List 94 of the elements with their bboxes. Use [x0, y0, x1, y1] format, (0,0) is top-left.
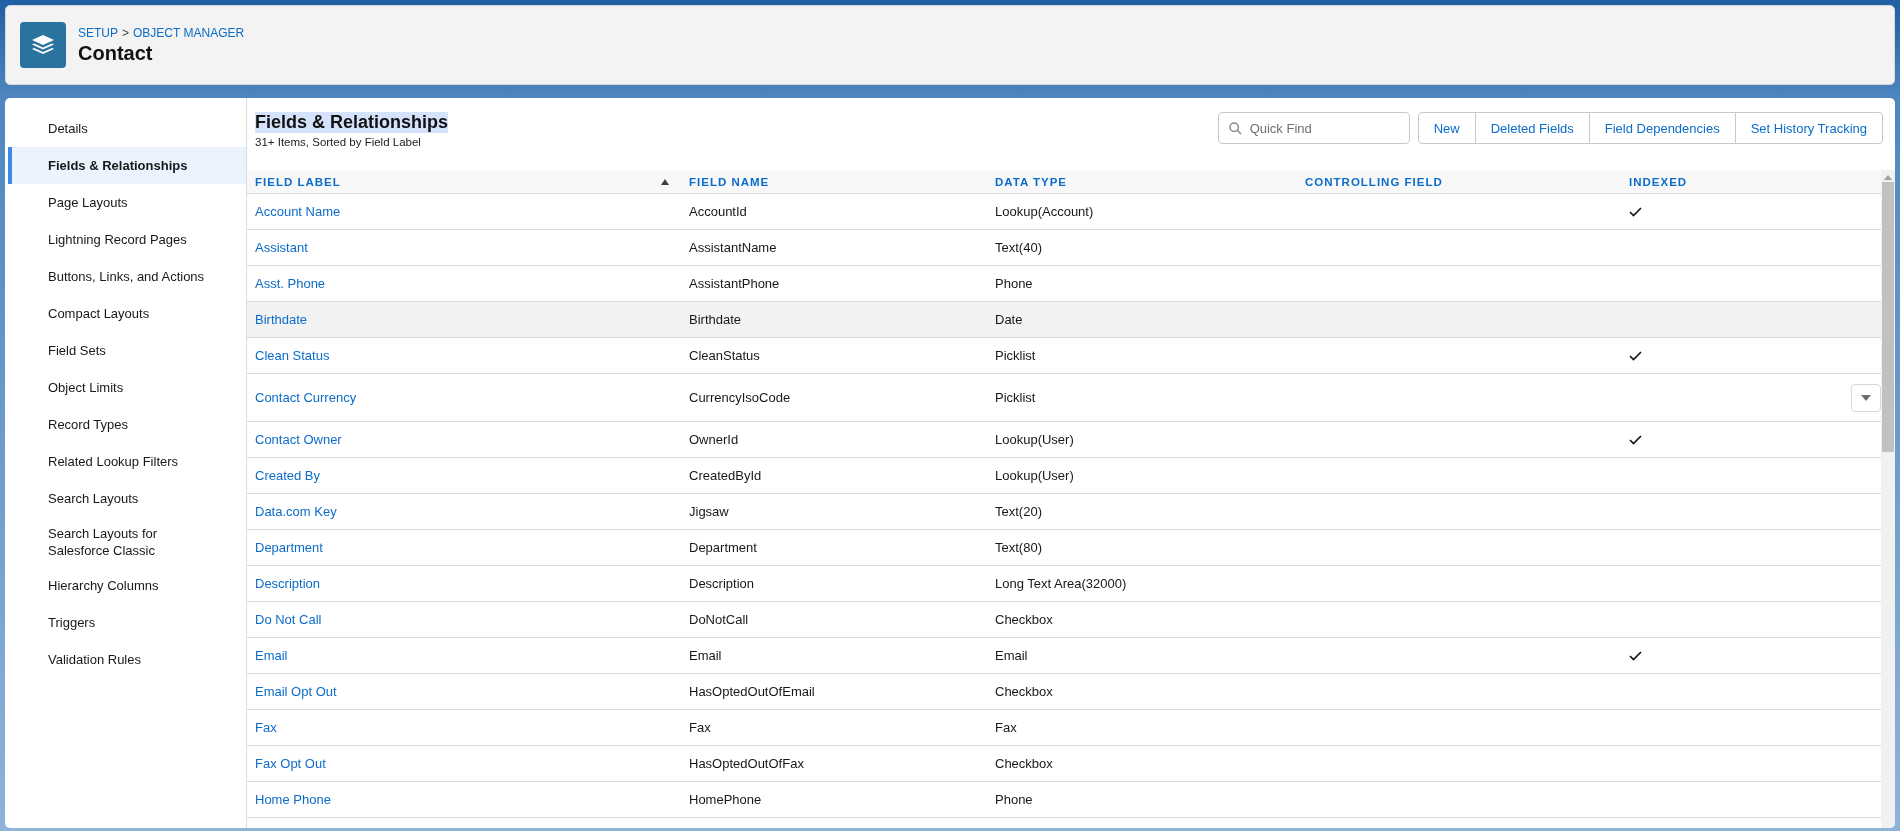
- data-type-cell: Long Text Area(32000): [995, 576, 1127, 591]
- column-header-label: INDEXED: [1629, 175, 1688, 188]
- sidebar-item[interactable]: Page Layouts: [8, 184, 246, 221]
- field-label-link[interactable]: Description: [255, 576, 321, 591]
- field-name-cell: AssistantPhone: [689, 276, 780, 291]
- sidebar-item[interactable]: Related Lookup Filters: [8, 443, 246, 480]
- data-type-cell: Checkbox: [995, 612, 1053, 627]
- scroll-up-icon: [1884, 175, 1892, 180]
- column-header[interactable]: INDEXED: [1621, 170, 1881, 193]
- field-label-link[interactable]: Contact Owner: [255, 432, 342, 447]
- sidebar-item[interactable]: Search Layouts for Salesforce Classic: [8, 517, 246, 567]
- column-header[interactable]: FIELD NAME: [681, 170, 987, 193]
- field-label-link[interactable]: Clean Status: [255, 348, 330, 363]
- column-header-label: FIELD NAME: [689, 175, 770, 188]
- field-label-link[interactable]: Assistant: [255, 240, 308, 255]
- scrollbar-thumb[interactable]: [1882, 182, 1894, 452]
- field-name-cell: Department: [689, 540, 757, 555]
- field-label-link[interactable]: Birthdate: [255, 312, 308, 327]
- field-name-cell: HasOptedOutOfEmail: [689, 684, 815, 699]
- data-type-cell: Checkbox: [995, 756, 1053, 771]
- data-type-cell: Phone: [995, 792, 1033, 807]
- caret-down-icon: [1861, 394, 1871, 401]
- sidebar-item[interactable]: Record Types: [8, 406, 246, 443]
- sidebar-item[interactable]: Compact Layouts: [8, 295, 246, 332]
- data-type-cell: Email: [995, 648, 1028, 663]
- column-header-label: FIELD LABEL: [255, 175, 341, 188]
- sidebar-item[interactable]: Details: [8, 110, 246, 147]
- field-name-cell: Jigsaw: [689, 504, 729, 519]
- column-header-label: DATA TYPE: [995, 175, 1068, 188]
- field-label-link[interactable]: Email Opt Out: [255, 684, 337, 699]
- field-name-cell: AssistantName: [689, 240, 777, 255]
- field-name-cell: Birthdate: [689, 312, 742, 327]
- data-type-cell: Lookup(Account): [995, 204, 1094, 219]
- field-name-cell: Fax: [689, 720, 711, 735]
- sidebar-item[interactable]: Validation Rules: [8, 641, 246, 678]
- toolbar-button[interactable]: New: [1417, 112, 1476, 144]
- breadcrumb-link[interactable]: OBJECT MANAGER: [133, 25, 245, 40]
- field-label-link[interactable]: Email: [255, 648, 288, 663]
- scrollbar[interactable]: [1881, 170, 1895, 828]
- data-type-cell: Picklist: [995, 390, 1036, 405]
- column-header[interactable]: CONTROLLING FIELD: [1297, 170, 1621, 193]
- data-type-cell: Text(80): [995, 540, 1042, 555]
- data-type-cell: Phone: [995, 276, 1033, 291]
- toolbar-button[interactable]: Field Dependencies: [1588, 112, 1736, 144]
- field-label-link[interactable]: Account Name: [255, 204, 341, 219]
- search-icon: [1228, 122, 1242, 135]
- field-label-link[interactable]: Contact Currency: [255, 390, 357, 405]
- field-name-cell: OwnerId: [689, 432, 739, 447]
- data-type-cell: Checkbox: [995, 684, 1053, 699]
- field-label-link[interactable]: Data.com Key: [255, 504, 337, 519]
- field-label-link[interactable]: Created By: [255, 468, 321, 483]
- field-label-link[interactable]: Do Not Call: [255, 612, 322, 627]
- field-name-cell: AccountId: [689, 204, 747, 219]
- field-name-cell: CleanStatus: [689, 348, 760, 363]
- sidebar-item[interactable]: Object Limits: [8, 369, 246, 406]
- data-type-cell: Fax: [995, 720, 1017, 735]
- search-field[interactable]: Quick Find: [1217, 112, 1410, 144]
- field-name-cell: CurrencyIsoCode: [689, 390, 791, 405]
- row-menu-button[interactable]: [1851, 383, 1881, 412]
- field-label-link[interactable]: Department: [255, 540, 323, 555]
- sidebar-item[interactable]: Hierarchy Columns: [8, 567, 246, 604]
- sidebar-item[interactable]: Triggers: [8, 604, 246, 641]
- data-type-cell: Date: [995, 312, 1023, 327]
- data-type-cell: Lookup(User): [995, 432, 1074, 447]
- column-header-label: CONTROLLING FIELD: [1305, 175, 1443, 188]
- sidebar-item[interactable]: Search Layouts: [8, 480, 246, 517]
- breadcrumb-link[interactable]: SETUP: [78, 25, 118, 40]
- sidebar-item[interactable]: Fields & Relationships: [8, 147, 246, 184]
- field-name-cell: HomePhone: [689, 792, 762, 807]
- field-name-cell: Description: [689, 576, 755, 591]
- data-type-cell: Picklist: [995, 348, 1036, 363]
- object-title: Contact: [78, 41, 154, 65]
- toolbar-button[interactable]: Set History Tracking: [1734, 112, 1883, 144]
- field-name-cell: Email: [689, 648, 722, 663]
- field-label-link[interactable]: Home Phone: [255, 792, 331, 807]
- breadcrumb-separator: >: [122, 25, 130, 40]
- column-header[interactable]: FIELD LABEL: [247, 170, 681, 193]
- toolbar-button[interactable]: Deleted Fields: [1474, 112, 1590, 144]
- data-type-cell: Text(20): [995, 504, 1042, 519]
- field-label-link[interactable]: Fax: [255, 720, 277, 735]
- field-label-link[interactable]: Fax Opt Out: [255, 756, 326, 771]
- section-title: Fields & Relationships: [255, 112, 449, 133]
- sidebar-item[interactable]: Field Sets: [8, 332, 246, 369]
- sidebar-item[interactable]: Lightning Record Pages: [8, 221, 246, 258]
- data-type-cell: Lookup(User): [995, 468, 1074, 483]
- field-label-link[interactable]: Asst. Phone: [255, 276, 326, 291]
- column-header[interactable]: DATA TYPE: [987, 170, 1297, 193]
- data-type-cell: Text(40): [995, 240, 1042, 255]
- item-count: 31+ Items, Sorted by Field Label: [255, 136, 422, 148]
- field-name-cell: CreatedById: [689, 468, 762, 483]
- layers-icon: [20, 22, 66, 68]
- field-name-cell: HasOptedOutOfFax: [689, 756, 804, 771]
- field-name-cell: DoNotCall: [689, 612, 749, 627]
- sidebar-item[interactable]: Buttons, Links, and Actions: [8, 258, 246, 295]
